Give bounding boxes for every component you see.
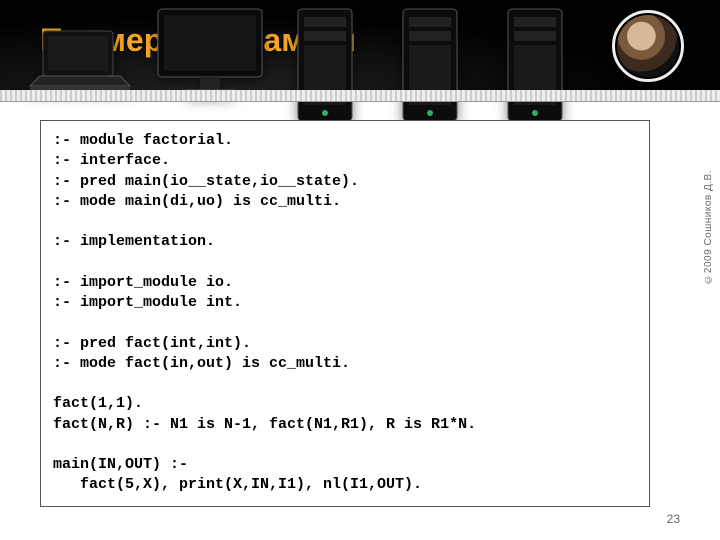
- slide-header: Пример программы: [0, 0, 720, 90]
- slide: Пример программы: [0, 0, 720, 540]
- server-icon: [395, 5, 465, 125]
- code-listing: :- module factorial. :- interface. :- pr…: [40, 120, 650, 507]
- presenter-avatar: [612, 10, 684, 82]
- slide-body: :- module factorial. :- interface. :- pr…: [40, 120, 650, 500]
- server-icon: [500, 5, 570, 125]
- copyright-label: ©2009 Сошников Д.В.: [703, 170, 714, 285]
- monitor-icon: [150, 5, 270, 100]
- header-divider: [0, 90, 720, 102]
- page-number: 23: [667, 512, 680, 526]
- laptop-icon: [25, 26, 135, 96]
- server-icon: [290, 5, 360, 125]
